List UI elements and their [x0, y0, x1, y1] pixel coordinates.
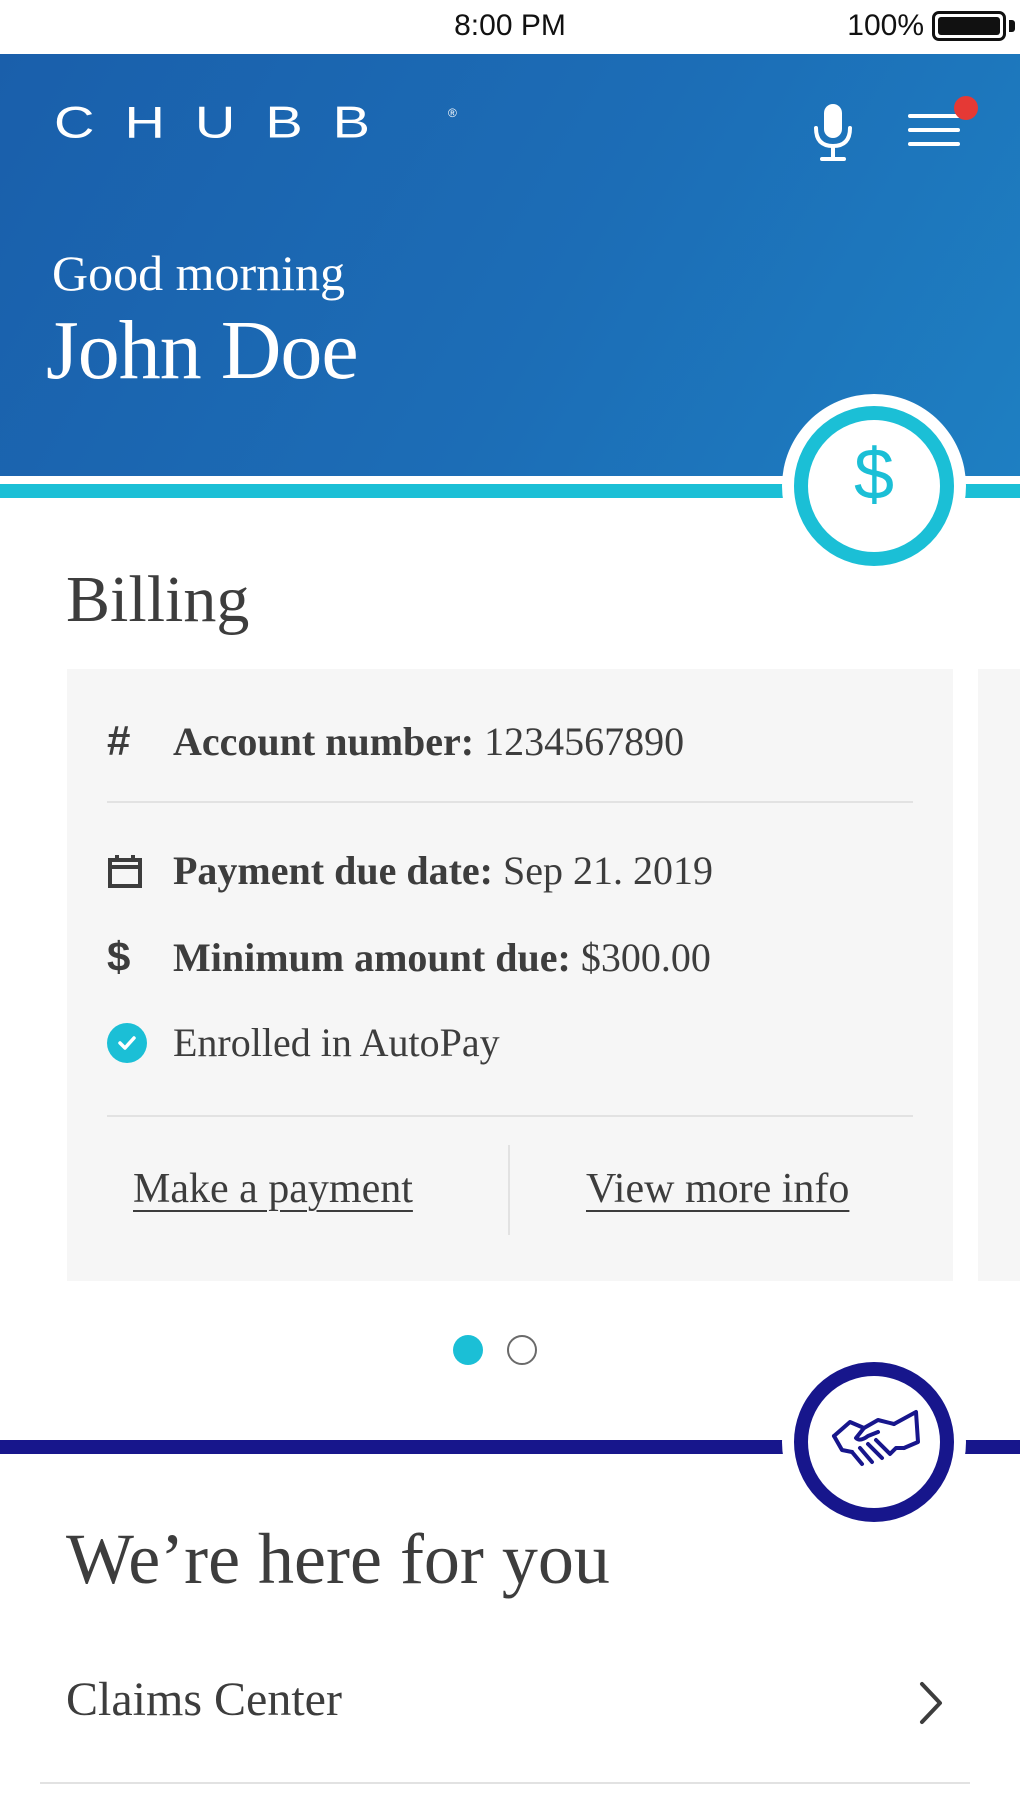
claims-center-label: Claims Center: [66, 1673, 342, 1726]
user-name: John Doe: [46, 304, 359, 397]
battery-icon: [932, 11, 1006, 41]
dollar-icon: $: [853, 435, 895, 515]
page-dot-1[interactable]: [453, 1335, 483, 1365]
check-circle-icon: [107, 1022, 147, 1063]
support-badge: [794, 1362, 954, 1522]
card-divider: [107, 1115, 913, 1117]
due-date-value: Sep 21. 2019: [502, 848, 713, 893]
account-number-value: 1234567890: [484, 718, 685, 764]
battery-percent: 100%: [847, 9, 924, 42]
autopay-status: Enrolled in AutoPay: [173, 1020, 500, 1065]
billing-card[interactable]: # Account number: 1234567890 Payment due…: [67, 669, 953, 1281]
dollar-small-icon: $: [107, 933, 131, 980]
carousel-pagination: [0, 1335, 1020, 1365]
hash-icon: #: [107, 717, 131, 764]
registered-mark: ®: [448, 106, 457, 120]
due-date-label: Payment due date:: [173, 848, 493, 893]
autopay-row: Enrolled in AutoPay: [107, 1019, 500, 1066]
link-separator: [508, 1145, 510, 1235]
make-payment-link[interactable]: Make a payment: [133, 1165, 413, 1213]
account-number-label: Account number:: [173, 718, 475, 764]
hamburger-menu-icon[interactable]: [906, 110, 962, 150]
minimum-due-label: Minimum amount due:: [173, 934, 571, 980]
card-divider: [107, 801, 913, 803]
chubb-logo: CHUBB: [54, 96, 401, 148]
battery-tip: [1009, 20, 1015, 32]
status-bar: 8:00 PM 100%: [0, 0, 1020, 54]
next-billing-card-peek[interactable]: [978, 669, 1020, 1281]
calendar-icon: [108, 854, 142, 888]
account-number-row: # Account number: 1234567890: [107, 717, 684, 765]
greeting-text: Good morning: [52, 245, 346, 301]
notification-badge: [954, 96, 978, 120]
page-dot-2[interactable]: [507, 1335, 537, 1365]
chevron-right-icon: [920, 1682, 942, 1724]
handshake-icon: [832, 1410, 920, 1466]
billing-badge: $: [794, 406, 954, 566]
minimum-due-value: $300.00: [580, 934, 711, 980]
microphone-icon[interactable]: [808, 102, 858, 162]
claims-center-item[interactable]: Claims Center: [40, 1640, 970, 1784]
view-more-info-link[interactable]: View more info: [586, 1165, 849, 1213]
support-title: We’re here for you: [66, 1519, 610, 1599]
billing-title: Billing: [66, 563, 250, 636]
due-date-row: Payment due date: Sep 21. 2019: [107, 847, 713, 894]
minimum-due-row: $ Minimum amount due: $300.00: [107, 933, 711, 981]
